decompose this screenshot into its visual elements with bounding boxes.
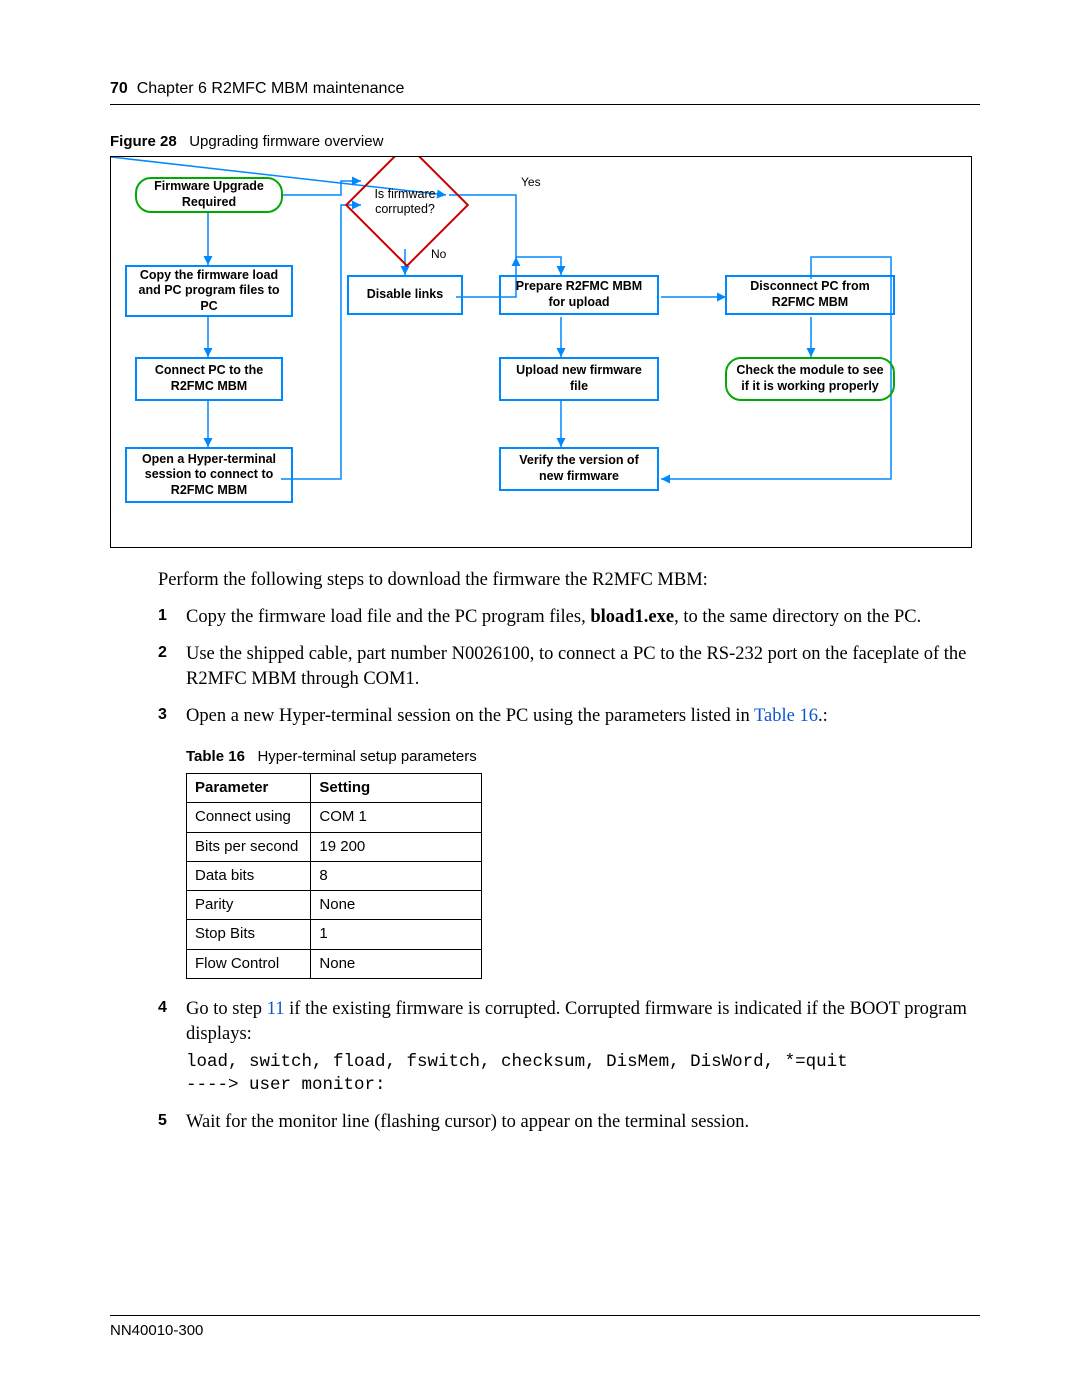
step-5: 5 Wait for the monitor line (flashing cu… (158, 1110, 980, 1135)
flow-copy: Copy the firmware load and PC program fi… (125, 265, 293, 317)
step-4: 4 Go to step 11 if the existing firmware… (158, 997, 980, 1098)
step-4-b: if the existing firmware is corrupted. C… (186, 999, 967, 1044)
flow-disconnect: Disconnect PC from R2FMC MBM (725, 275, 895, 315)
flow-yes-label: Yes (521, 175, 541, 189)
step-3-a: Open a new Hyper-terminal session on the… (186, 706, 754, 726)
code-line-2: ----> user monitor: (186, 1074, 980, 1098)
page-header: 70 Chapter 6 R2MFC MBM maintenance (110, 80, 980, 98)
flow-start: Firmware Upgrade Required (135, 177, 283, 213)
flow-no-label: No (431, 247, 446, 261)
flow-connect-pc: Connect PC to the R2FMC MBM (135, 357, 283, 401)
chapter-title: Chapter 6 R2MFC MBM maintenance (137, 80, 405, 97)
step-number-5: 5 (158, 1110, 167, 1132)
page-number: 70 (110, 80, 128, 97)
steps-list: 1 Copy the firmware load file and the PC… (158, 605, 980, 1135)
table-row: Data bits8 (187, 861, 482, 890)
flow-decision-text: Is firmware corrupted? (345, 187, 465, 217)
table-row: Flow ControlNone (187, 949, 482, 978)
table-title: Hyper-terminal setup parameters (257, 748, 476, 765)
flow-prepare: Prepare R2FMC MBM for upload (499, 275, 659, 315)
step-5-text: Wait for the monitor line (flashing curs… (186, 1112, 749, 1132)
document-number: NN40010-300 (110, 1322, 980, 1339)
flow-upload: Upload new firmware file (499, 357, 659, 401)
table-row: ParityNone (187, 891, 482, 920)
params-table: Parameter Setting Connect usingCOM 1 Bit… (186, 773, 482, 979)
figure-title: Upgrading firmware overview (189, 133, 383, 150)
flow-decision: Is firmware corrupted? (363, 161, 451, 249)
col-parameter: Parameter (187, 774, 311, 803)
intro-text: Perform the following steps to download … (158, 570, 980, 591)
step-4-a: Go to step (186, 999, 267, 1019)
step-2: 2 Use the shipped cable, part number N00… (158, 642, 980, 692)
flowchart: Firmware Upgrade Required Is firmware co… (110, 156, 972, 548)
col-setting: Setting (311, 774, 482, 803)
step-3: 3 Open a new Hyper-terminal session on t… (158, 704, 980, 979)
step-number-1: 1 (158, 605, 167, 627)
flow-disable: Disable links (347, 275, 463, 315)
footer-rule (110, 1315, 980, 1316)
step-number-4: 4 (158, 997, 167, 1019)
header-rule (110, 104, 980, 105)
table-caption: Table 16 Hyper-terminal setup parameters (186, 747, 980, 767)
step-1-a: Copy the firmware load file and the PC p… (186, 607, 590, 627)
step-number-3: 3 (158, 704, 167, 726)
page-footer: NN40010-300 (110, 1315, 980, 1339)
step-number-2: 2 (158, 642, 167, 664)
table-row: Bits per second19 200 (187, 832, 482, 861)
step-1: 1 Copy the firmware load file and the PC… (158, 605, 980, 630)
table-link[interactable]: Table 16 (754, 706, 818, 726)
table-row: Connect usingCOM 1 (187, 803, 482, 832)
step-1-c: , to the same directory on the PC. (674, 607, 921, 627)
body-content: Perform the following steps to download … (158, 570, 980, 1135)
step-link[interactable]: 11 (267, 999, 285, 1019)
code-line-1: load, switch, fload, fswitch, checksum, … (186, 1051, 980, 1075)
table-header-row: Parameter Setting (187, 774, 482, 803)
step-2-text: Use the shipped cable, part number N0026… (186, 644, 966, 689)
flow-verify: Verify the version of new firmware (499, 447, 659, 491)
flow-check-end: Check the module to see if it is working… (725, 357, 895, 401)
step-3-b: .: (818, 706, 828, 726)
figure-label: Figure 28 (110, 133, 177, 150)
flow-hyper: Open a Hyper-terminal session to connect… (125, 447, 293, 503)
table-row: Stop Bits1 (187, 920, 482, 949)
table-label: Table 16 (186, 748, 245, 765)
figure-caption: Figure 28 Upgrading firmware overview (110, 133, 980, 150)
step-1-file: bload1.exe (590, 607, 674, 627)
